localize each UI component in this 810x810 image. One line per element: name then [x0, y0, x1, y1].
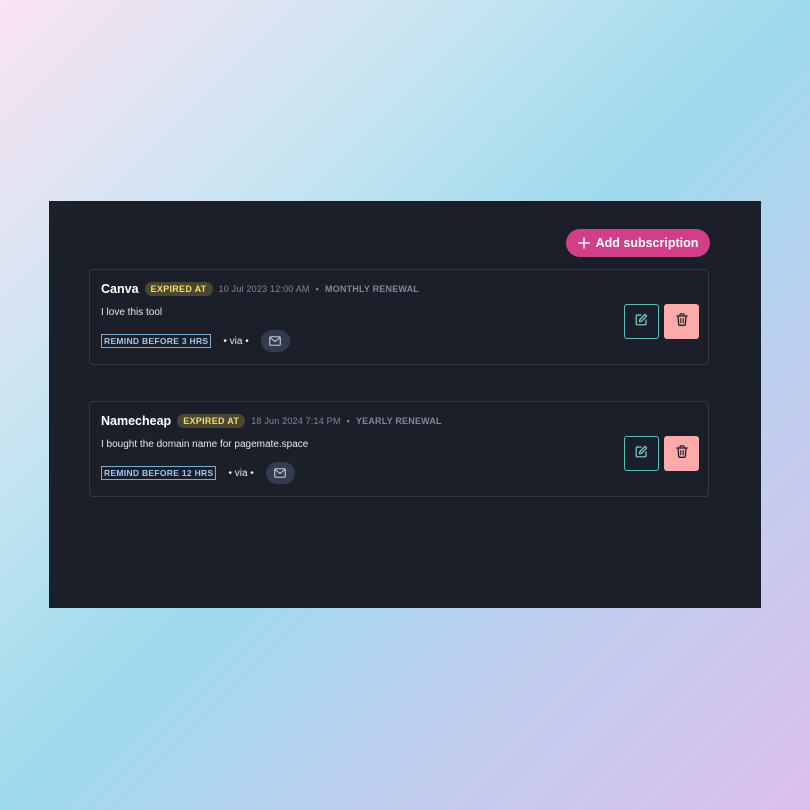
meta-separator: •	[346, 416, 350, 426]
delete-button[interactable]	[664, 436, 699, 471]
remind-badge: REMIND BEFORE 3 HRS	[101, 334, 212, 348]
subscription-name: Canva	[101, 282, 139, 296]
subscription-card: Namecheap EXPIRED AT 18 Jun 2024 7:14 PM…	[89, 401, 709, 497]
status-badge: EXPIRED AT	[144, 282, 213, 296]
edit-button[interactable]	[624, 304, 659, 339]
expiry-date: 10 Jul 2023 12:00 AM	[218, 284, 310, 294]
subscription-description: I bought the domain name for pagemate.sp…	[101, 439, 309, 450]
renewal-period: MONTHLY RENEWAL	[324, 284, 419, 294]
mail-icon	[269, 336, 282, 346]
mail-icon	[274, 468, 287, 478]
delete-button[interactable]	[664, 304, 699, 339]
plus-icon	[577, 237, 590, 249]
edit-icon	[635, 445, 648, 463]
subscription-card: Canva EXPIRED AT 10 Jul 2023 12:00 AM • …	[89, 269, 709, 365]
subscriptions-panel: Add subscription Canva EXPIRED AT 10 Jul…	[49, 201, 761, 608]
trash-icon	[675, 444, 688, 463]
subscription-name: Namecheap	[101, 414, 172, 428]
mail-channel-button[interactable]	[260, 330, 290, 352]
mail-channel-button[interactable]	[265, 462, 295, 484]
remind-badge: REMIND BEFORE 12 HRS	[101, 466, 217, 480]
via-label: • via •	[223, 335, 249, 347]
add-subscription-label: Add subscription	[595, 236, 699, 250]
edit-icon	[635, 313, 648, 331]
meta-separator: •	[315, 284, 319, 294]
add-subscription-button[interactable]: Add subscription	[566, 229, 710, 257]
status-badge: EXPIRED AT	[177, 414, 246, 428]
expiry-date: 18 Jun 2024 7:14 PM	[251, 416, 341, 426]
subscription-description: I love this tool	[101, 307, 163, 318]
trash-icon	[675, 312, 688, 331]
renewal-period: YEARLY RENEWAL	[355, 416, 442, 426]
via-label: • via •	[228, 467, 254, 479]
edit-button[interactable]	[624, 436, 659, 471]
